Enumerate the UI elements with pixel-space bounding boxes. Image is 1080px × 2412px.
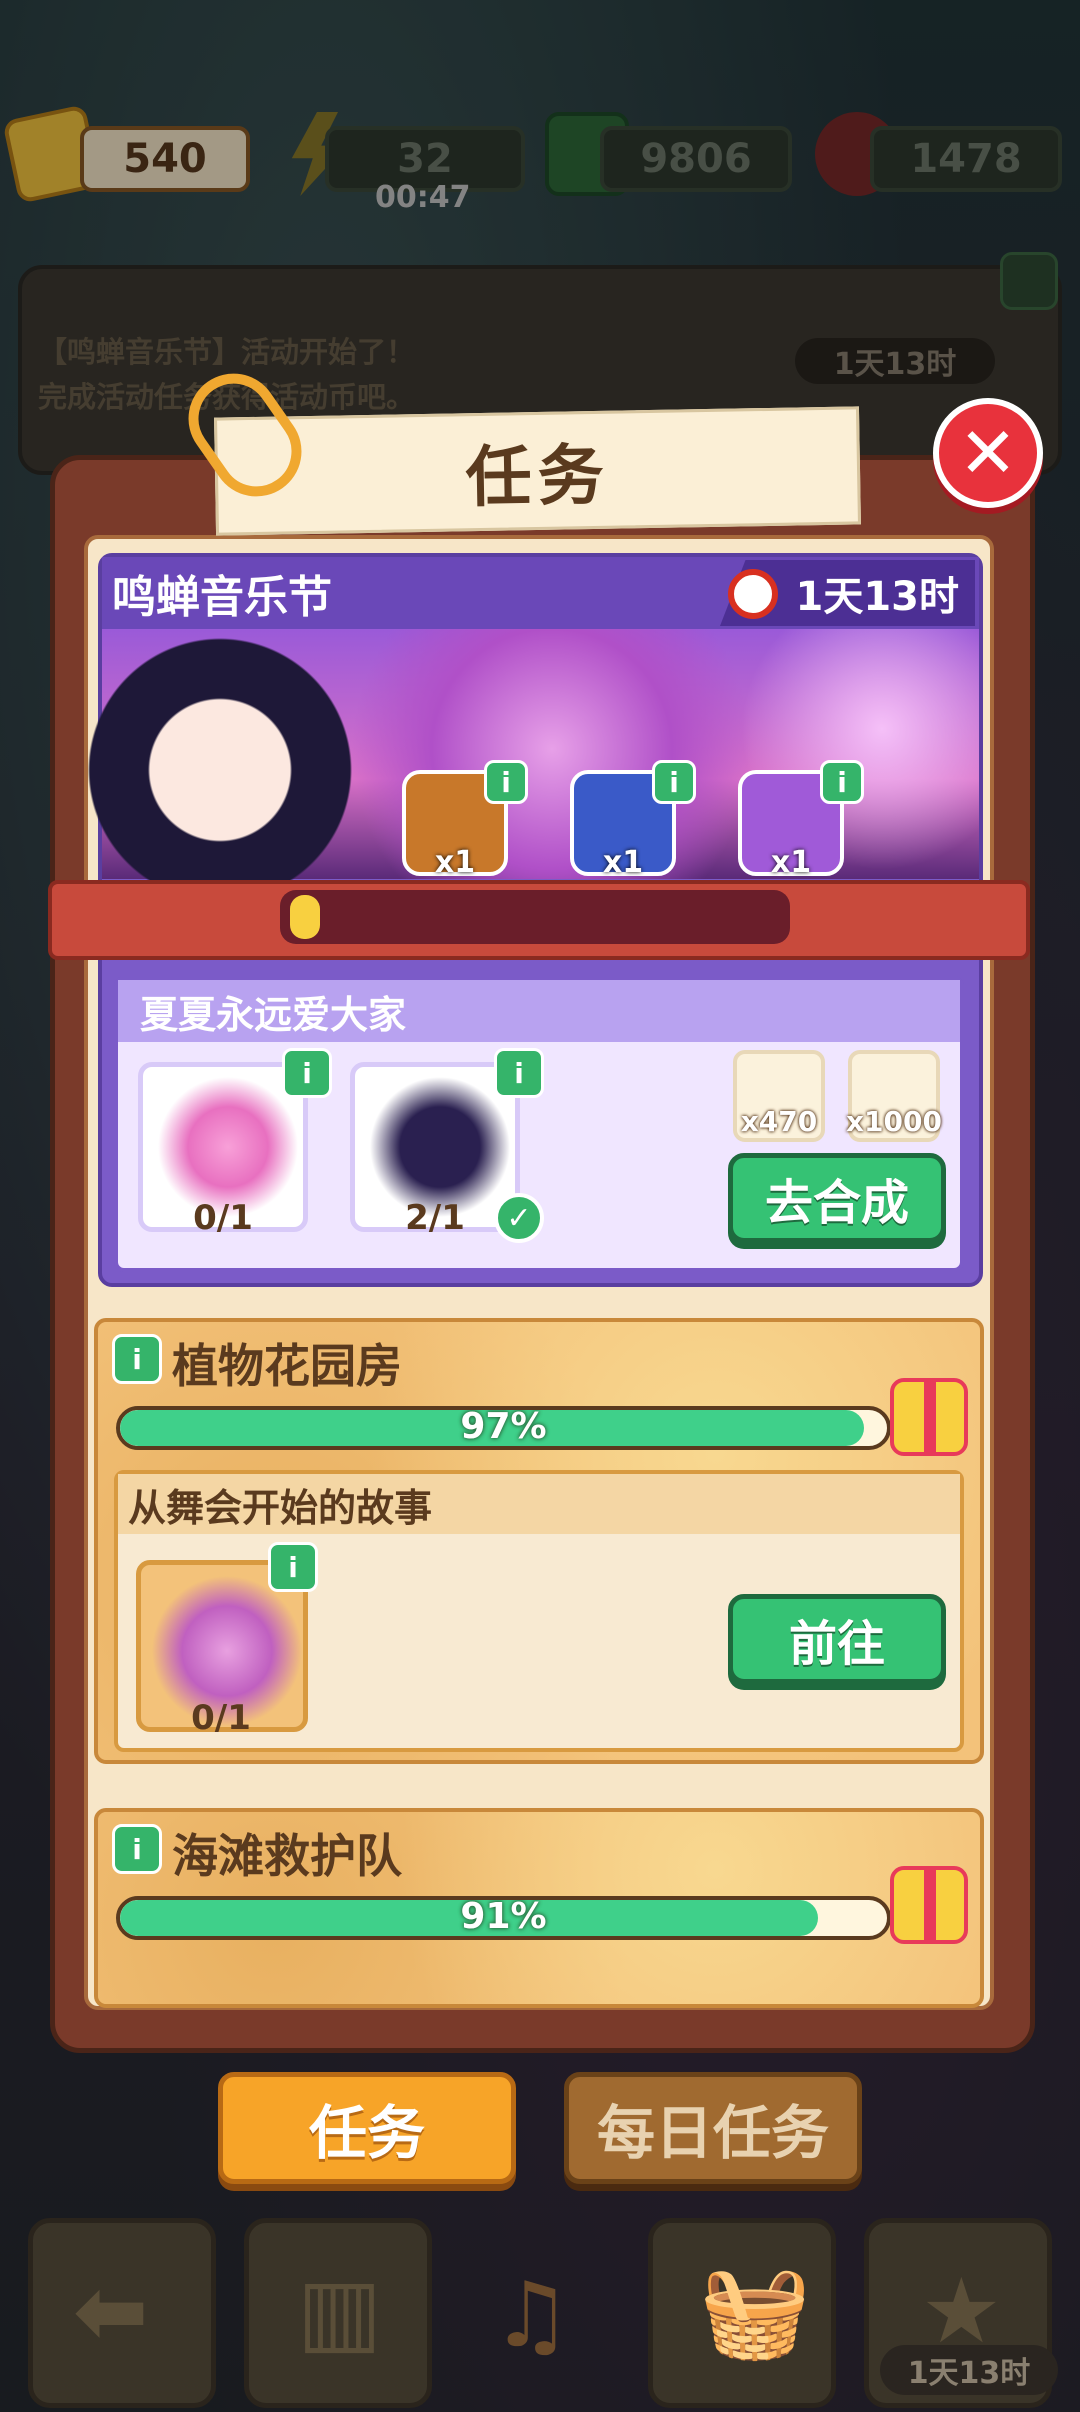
merge-button[interactable]: 去合成 — [728, 1153, 946, 1243]
close-icon[interactable]: ✕ — [933, 398, 1043, 508]
section-progress-bar: 97% — [116, 1406, 891, 1450]
event-title: 鸣蝉音乐节 — [112, 572, 332, 623]
tab-daily-tasks[interactable]: 每日任务 — [564, 2072, 862, 2184]
event-task-header: 夏夏永远爱大家 — [118, 980, 960, 1042]
go-button[interactable]: 前往 — [728, 1594, 946, 1684]
event-progress-track — [280, 890, 790, 944]
info-icon[interactable]: i — [494, 1048, 544, 1098]
chest-count: x1 — [434, 845, 476, 880]
reward-label: x1000 — [846, 1105, 942, 1138]
info-icon[interactable]: i — [484, 760, 528, 804]
section-progress-label: 97% — [460, 1406, 547, 1447]
info-icon[interactable]: i — [112, 1824, 162, 1874]
info-icon[interactable]: i — [112, 1334, 162, 1384]
singer-character-art — [70, 630, 370, 880]
info-icon[interactable]: i — [268, 1542, 318, 1592]
story-task-title: 从舞会开始的故事 — [128, 1485, 433, 1530]
clock-icon — [728, 569, 778, 619]
gift-icon[interactable] — [890, 1866, 968, 1944]
podium-icon: ▥ — [297, 2259, 383, 2364]
nav-event-timer: 1天13时 — [880, 2345, 1058, 2395]
info-icon[interactable]: i — [282, 1048, 332, 1098]
check-icon: ✓ — [494, 1193, 544, 1243]
arrow-left-icon: ⬅ — [73, 2259, 149, 2364]
chest-count: x1 — [770, 845, 812, 880]
info-icon[interactable]: i — [652, 760, 696, 804]
chest-count: x1 — [602, 845, 644, 880]
music-box-icon: ♫ — [491, 2263, 572, 2368]
modal-title: 任务 — [214, 406, 861, 536]
nav-event-button[interactable]: ♫ — [460, 2218, 620, 2408]
section-progress-label: 91% — [460, 1896, 547, 1937]
basket-icon: 🧺 — [699, 2259, 812, 2364]
item-count: 0/1 — [191, 1698, 251, 1738]
story-task-header: 从舞会开始的故事 — [118, 1474, 960, 1534]
info-icon[interactable]: i — [820, 760, 864, 804]
section-title: 海滩救护队 — [172, 1829, 402, 1883]
event-time-left: 1天13时 — [795, 574, 960, 620]
gift-icon[interactable] — [890, 1378, 968, 1456]
event-task-title: 夏夏永远爱大家 — [140, 992, 407, 1037]
nav-shop-button[interactable]: 🧺 — [648, 2218, 836, 2408]
section-progress-bar: 91% — [116, 1896, 891, 1940]
item-count: 0/1 — [193, 1198, 253, 1238]
tab-tasks[interactable]: 任务 — [218, 2072, 516, 2184]
section-title: 植物花园房 — [172, 1339, 402, 1393]
reward-label: x470 — [740, 1105, 818, 1138]
nav-leaderboard-button[interactable]: ▥ — [244, 2218, 432, 2408]
nav-back-button[interactable]: ⬅ — [28, 2218, 216, 2408]
event-progress-fill — [290, 895, 320, 939]
